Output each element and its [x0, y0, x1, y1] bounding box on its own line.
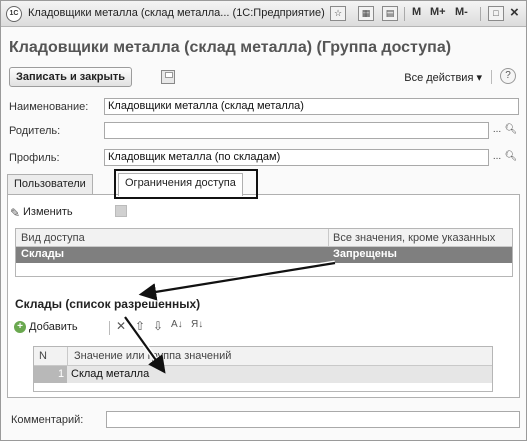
parent-open-icon[interactable]: 🔍︎ [504, 123, 518, 138]
parent-select-button[interactable]: ... [490, 123, 504, 138]
star-icon[interactable]: ☆ [330, 6, 346, 21]
app-logo-icon[interactable]: 1С [6, 6, 22, 22]
title-bar: 1С Кладовщики металла (склад металла... … [1, 1, 526, 27]
table-header: Вид доступа Все значения, кроме указанны… [16, 229, 512, 247]
column-header[interactable]: Вид доступа [21, 232, 85, 244]
profile-field[interactable]: Кладовщик металла (по складам) [104, 149, 489, 166]
save-disk-icon[interactable] [161, 70, 175, 84]
tab-highlight-frame [114, 169, 258, 199]
calculator-icon[interactable]: ▦ [358, 6, 374, 21]
tab-users[interactable]: Пользователи [7, 174, 93, 194]
pencil-icon: ✎ [10, 206, 21, 220]
access-kinds-table: Вид доступа Все значения, кроме указанны… [15, 228, 513, 277]
app-window: 1С Кладовщики металла (склад металла... … [0, 0, 527, 441]
name-label: Наименование: [9, 101, 89, 113]
allowed-values-table: N Значение или группа значений 1 Склад м… [33, 346, 493, 392]
table-row[interactable]: 1 Склад металла [34, 366, 492, 383]
sort-ascending-icon[interactable]: A↓ [171, 319, 183, 330]
edit-button[interactable]: Изменить [23, 206, 73, 218]
table-cell: Склад металла [71, 368, 150, 380]
column-header[interactable]: Все значения, кроме указанных [333, 232, 495, 244]
add-button[interactable]: Добавить [29, 321, 78, 333]
column-header[interactable]: N [39, 350, 47, 362]
profile-label: Профиль: [9, 152, 60, 164]
section-title: Склады (список разрешенных) [15, 297, 201, 311]
table-cell: Запрещены [333, 248, 397, 260]
table-header: N Значение или группа значений [34, 347, 492, 366]
memory-button[interactable]: M [412, 6, 421, 18]
comment-label: Комментарий: [11, 414, 84, 426]
maximize-icon[interactable]: □ [488, 6, 504, 21]
sort-descending-icon[interactable]: Я↓ [191, 319, 203, 330]
parent-label: Родитель: [9, 125, 61, 137]
memory-plus-button[interactable]: M+ [430, 6, 446, 18]
comment-field[interactable] [106, 411, 520, 428]
close-icon[interactable]: × [510, 4, 519, 21]
memory-minus-button[interactable]: M- [455, 6, 468, 18]
form-title: Кладовщики металла (склад металла) (Груп… [9, 39, 452, 56]
column-header[interactable]: Значение или группа значений [74, 350, 231, 362]
window-title: Кладовщики металла (склад металла... (1С… [28, 7, 325, 19]
parent-field[interactable] [104, 122, 489, 139]
all-actions-menu[interactable]: Все действия ▾ [404, 71, 482, 84]
profile-select-button[interactable]: ... [490, 150, 504, 165]
help-button[interactable]: ? [500, 68, 516, 84]
table-cell: 1 [58, 368, 65, 380]
table-cell: Склады [21, 248, 65, 260]
move-up-icon[interactable]: ⇧ [135, 319, 145, 333]
profile-open-icon[interactable]: 🔍︎ [504, 150, 518, 165]
name-field[interactable]: Кладовщики металла (склад металла) [104, 98, 519, 115]
save-and-close-button[interactable]: Записать и закрыть [9, 67, 133, 87]
add-icon: + [14, 321, 26, 333]
calendar-icon[interactable]: ▤ [382, 6, 398, 21]
disabled-action-icon [115, 205, 127, 217]
move-down-icon[interactable]: ⇩ [153, 319, 163, 333]
delete-icon[interactable]: ✕ [116, 319, 126, 333]
table-row[interactable]: Склады Запрещены [16, 247, 512, 263]
